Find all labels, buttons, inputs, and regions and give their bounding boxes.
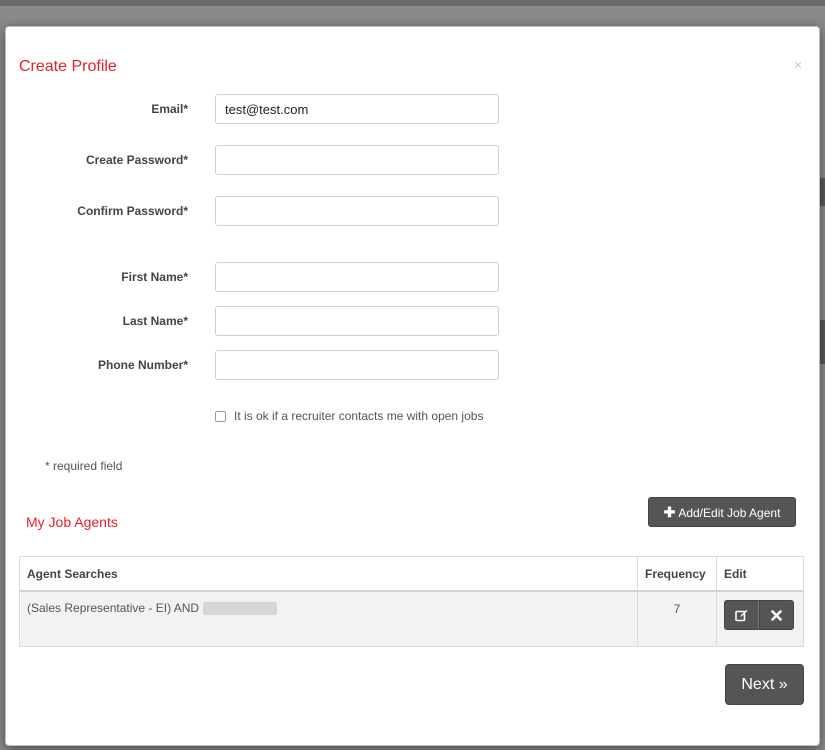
modal-title: Create Profile [19,58,117,75]
email-field[interactable] [215,94,499,124]
agent-edit-cell [716,590,804,647]
table-row: (Sales Representative - EI) AND 7 [19,590,804,647]
phone-number-label: Phone Number* [97,358,188,372]
last-name-field[interactable] [215,306,499,336]
delete-agent-button[interactable] [759,600,794,630]
column-frequency: Frequency [637,556,717,592]
confirm-password-label: Confirm Password* [77,204,188,218]
recruiter-contact-checkbox[interactable] [215,411,226,422]
next-button[interactable]: Next » [725,664,804,705]
agent-action-buttons [724,600,794,630]
last-name-label: Last Name* [122,314,188,328]
create-password-label: Create Password* [85,153,188,167]
confirm-password-field[interactable] [215,196,499,226]
agent-frequency-cell: 7 [637,590,717,647]
add-edit-job-agent-button[interactable]: ✚ Add/Edit Job Agent [648,497,796,527]
redacted-text [203,602,278,616]
column-agent-searches: Agent Searches [19,556,638,592]
last-name-row: Last Name* [6,306,819,336]
first-name-label: First Name* [121,270,188,284]
required-field-note: * required field [45,459,123,473]
table-header-row: Agent Searches Frequency Edit [19,556,804,592]
close-icon[interactable]: × [791,58,805,73]
create-password-row: Create Password* [6,145,819,175]
delete-icon [771,609,782,621]
column-edit: Edit [716,556,804,592]
plus-icon: ✚ [663,503,676,520]
confirm-password-row: Confirm Password* [6,196,819,226]
first-name-row: First Name* [6,262,819,292]
agent-search-cell: (Sales Representative - EI) AND [19,590,638,647]
edit-agent-button[interactable] [724,600,759,630]
add-edit-job-agent-label: Add/Edit Job Agent [678,505,781,520]
phone-number-field[interactable] [215,350,499,380]
create-profile-modal: Create Profile × Email* Create Password*… [5,26,820,746]
agent-search-text: (Sales Representative - EI) AND [27,601,200,615]
phone-number-row: Phone Number* [6,350,819,380]
edit-icon [735,609,748,621]
background-strip [0,0,825,6]
job-agents-title: My Job Agents [26,514,118,530]
job-agents-table: Agent Searches Frequency Edit (Sales Rep… [19,556,804,647]
email-label: Email* [151,102,188,116]
recruiter-contact-label: It is ok if a recruiter contacts me with… [234,409,484,423]
email-row: Email* [6,94,819,124]
first-name-field[interactable] [215,262,499,292]
create-password-field[interactable] [215,145,499,175]
